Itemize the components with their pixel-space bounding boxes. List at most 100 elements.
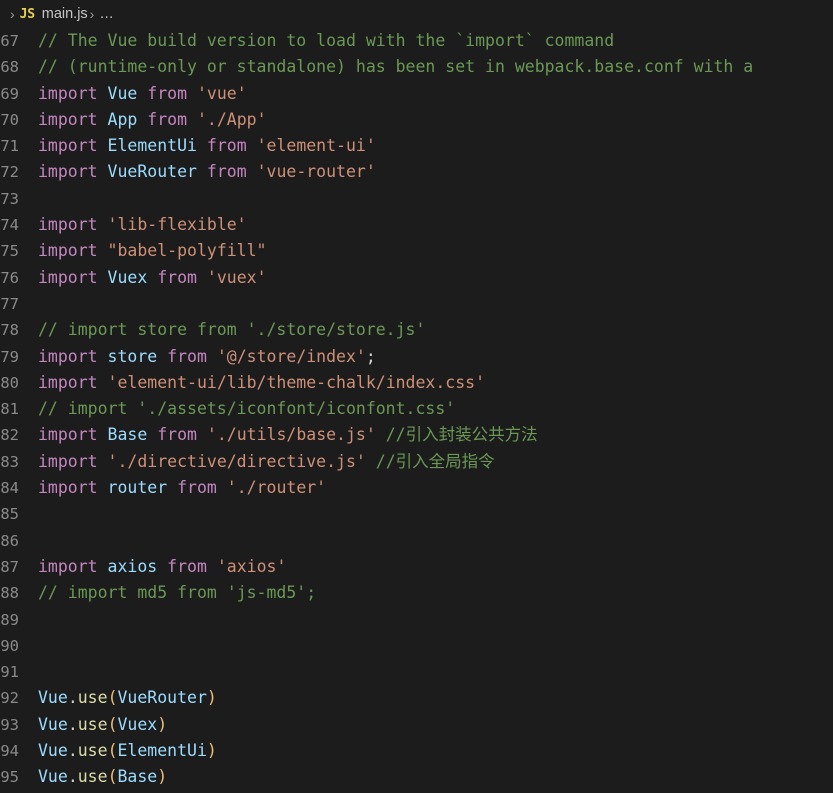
code-line[interactable]: 172import VueRouter from 'vue-router' <box>0 159 833 185</box>
code-line[interactable]: 189 <box>0 607 833 633</box>
code-text[interactable]: Vue.use(VueRouter) <box>19 685 217 711</box>
code-text[interactable]: // import store from './store/store.js' <box>19 317 425 343</box>
token-string: '@/store/index' <box>216 346 366 366</box>
line-number: 179 <box>0 347 19 366</box>
code-text[interactable]: import 'lib-flexible' <box>19 212 247 238</box>
code-text[interactable] <box>19 528 38 554</box>
code-text[interactable] <box>19 659 38 685</box>
code-line[interactable]: 191 <box>0 659 833 685</box>
code-line[interactable]: 168 // (runtime-only or standalone) has b… <box>0 54 833 80</box>
token-ident: Vue <box>38 741 68 761</box>
code-line[interactable]: 183import './directive/directive.js' //引… <box>0 449 833 475</box>
token-string: './App' <box>196 109 267 129</box>
code-line[interactable]: 178 // import store from './store/store.j… <box>0 317 833 343</box>
code-text[interactable] <box>19 186 38 212</box>
line-number: 195 <box>0 768 19 787</box>
token-keyword: import <box>38 425 98 445</box>
code-text[interactable]: // (runtime-only or standalone) has been… <box>19 54 753 80</box>
code-line[interactable]: 176import Vuex from 'vuex' <box>0 265 833 291</box>
token-keyword: from <box>206 136 247 156</box>
code-text[interactable]: import App from './App' <box>19 107 267 133</box>
token-string: './directive/directive.js' <box>107 451 366 471</box>
code-line[interactable]: 179import store from '@/store/index'; <box>0 344 833 370</box>
code-text[interactable]: // import md5 from 'js-md5'; <box>19 580 316 606</box>
token-comment: // import md5 from 'js-md5'; <box>38 583 317 603</box>
token-punc: . <box>67 767 78 787</box>
code-text[interactable]: import router from './router' <box>19 475 326 501</box>
code-text[interactable] <box>19 633 38 659</box>
code-text[interactable]: import Vuex from 'vuex' <box>19 265 267 291</box>
code-text[interactable]: import ElementUi from 'element-ui' <box>19 133 376 159</box>
code-line[interactable]: 188 // import md5 from 'js-md5'; <box>0 580 833 606</box>
code-line[interactable]: 192Vue.use(VueRouter) <box>0 685 833 711</box>
chevron-right-icon: › <box>10 6 15 22</box>
code-editor[interactable]: 167 // The Vue build version to load with… <box>0 28 833 793</box>
code-line[interactable]: 182import Base from './utils/base.js' //… <box>0 422 833 448</box>
code-line[interactable]: 194Vue.use(ElementUi) <box>0 738 833 764</box>
code-text[interactable]: Vue.use(Base) <box>19 764 167 790</box>
token-ident: Vue <box>107 83 138 103</box>
token-string: "babel-polyfill" <box>107 241 267 261</box>
code-text[interactable]: import 'element-ui/lib/theme-chalk/index… <box>19 370 485 396</box>
code-line[interactable]: 169import Vue from 'vue' <box>0 81 833 107</box>
token-keyword: import <box>38 267 98 287</box>
code-line[interactable]: 171import ElementUi from 'element-ui' <box>0 133 833 159</box>
code-text[interactable]: import store from '@/store/index'; <box>19 344 376 370</box>
code-text[interactable] <box>19 291 38 317</box>
code-line[interactable]: 173 <box>0 186 833 212</box>
line-number: 181 <box>0 400 19 419</box>
token-punc: . <box>67 714 78 734</box>
code-line[interactable]: 177 <box>0 291 833 317</box>
code-text[interactable]: Vue.use(Vuex) <box>19 712 167 738</box>
token-keyword: import <box>38 136 98 156</box>
token-ident: Vue <box>38 688 68 708</box>
code-lines-container[interactable]: 167 // The Vue build version to load with… <box>0 28 833 791</box>
code-text[interactable]: import './directive/directive.js' //引入全局… <box>19 449 495 475</box>
code-line[interactable]: 190 <box>0 633 833 659</box>
token-keyword: from <box>157 267 197 287</box>
code-line[interactable]: 180import 'element-ui/lib/theme-chalk/in… <box>0 370 833 396</box>
code-text[interactable]: import Vue from 'vue' <box>19 81 247 107</box>
code-line[interactable]: 181 // import './assets/iconfont/iconfont… <box>0 396 833 422</box>
token-keyword: import <box>38 241 98 261</box>
code-text[interactable] <box>19 607 38 633</box>
breadcrumb-overflow[interactable]: … <box>99 6 115 22</box>
token-paren: ) <box>157 767 168 787</box>
breadcrumb-file-name[interactable]: main.js <box>42 6 88 22</box>
code-line[interactable]: 187import axios from 'axios' <box>0 554 833 580</box>
code-line[interactable]: 184import router from './router' <box>0 475 833 501</box>
token-ident: Base <box>117 767 158 787</box>
code-text[interactable]: // The Vue build version to load with th… <box>19 28 614 54</box>
code-text[interactable]: import VueRouter from 'vue-router' <box>19 159 376 185</box>
token-keyword: from <box>177 478 217 498</box>
line-number: 177 <box>0 294 19 313</box>
code-line[interactable]: 193Vue.use(Vuex) <box>0 712 833 738</box>
token-keyword: import <box>38 451 98 471</box>
code-text[interactable]: Vue.use(ElementUi) <box>19 738 217 764</box>
code-line[interactable]: 170import App from './App' <box>0 107 833 133</box>
code-text[interactable]: import Base from './utils/base.js' //引入封… <box>19 422 538 448</box>
code-line[interactable]: 167 // The Vue build version to load with… <box>0 28 833 54</box>
token-ident: ElementUi <box>117 741 207 761</box>
token-paren: ( <box>107 767 118 787</box>
code-line[interactable]: 185 <box>0 501 833 527</box>
code-text[interactable]: import axios from 'axios' <box>19 554 286 580</box>
code-text[interactable]: import "babel-polyfill" <box>19 238 267 264</box>
code-line[interactable]: 174import 'lib-flexible' <box>0 212 833 238</box>
code-line[interactable]: 186 <box>0 528 833 554</box>
code-text[interactable]: // import './assets/iconfont/iconfont.cs… <box>19 396 455 422</box>
code-line[interactable]: 175import "babel-polyfill" <box>0 238 833 264</box>
code-line[interactable]: 195Vue.use(Base) <box>0 764 833 790</box>
token-string: 'vue' <box>196 83 247 103</box>
code-text[interactable] <box>19 501 38 527</box>
line-number: 184 <box>0 479 19 498</box>
